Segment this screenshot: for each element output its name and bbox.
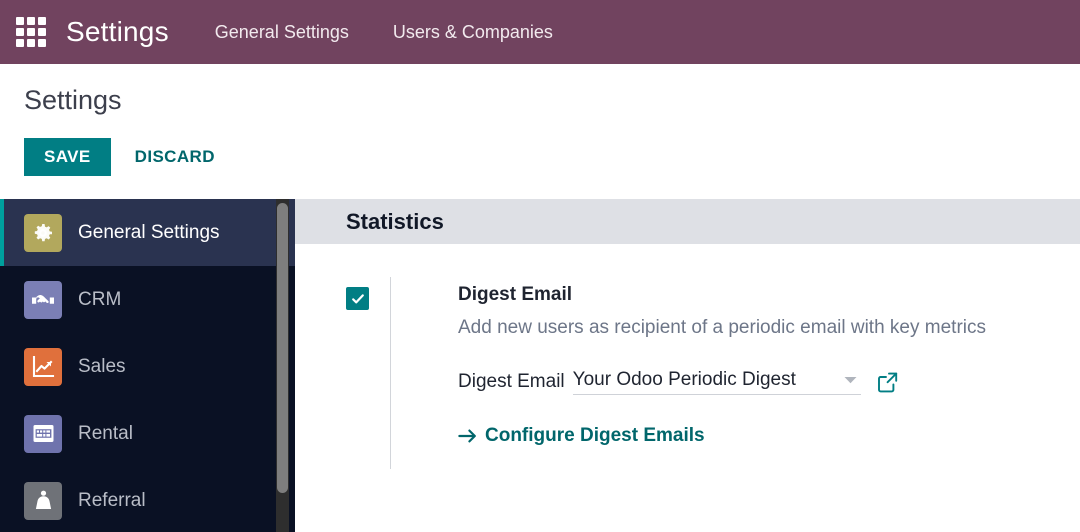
grid-cell xyxy=(16,39,24,47)
sidebar-item-rental[interactable]: Rental xyxy=(0,400,295,467)
digest-email-description: Add new users as recipient of a periodic… xyxy=(458,316,987,338)
sidebar-item-sales[interactable]: Sales xyxy=(0,333,295,400)
configure-digest-emails-label: Configure Digest Emails xyxy=(485,424,705,446)
settings-sidebar: General Settings CRM Sales Rental Referr… xyxy=(0,199,295,532)
configure-digest-emails-link[interactable]: Configure Digest Emails xyxy=(458,425,705,447)
grid-cell xyxy=(27,28,35,36)
digest-email-field-label: Digest Email xyxy=(458,370,565,392)
settings-content: Statistics Digest Email Add new users as… xyxy=(295,199,1080,532)
sidebar-item-referral[interactable]: Referral xyxy=(0,467,295,532)
sidebar-scrollbar-thumb[interactable] xyxy=(277,203,288,493)
page-title: Settings xyxy=(24,85,122,115)
sidebar-item-label: Sales xyxy=(78,355,126,377)
top-navbar: Settings General Settings Users & Compan… xyxy=(0,0,1080,64)
person-cape-icon xyxy=(24,481,62,520)
calendar-icon xyxy=(24,414,62,453)
handshake-icon xyxy=(24,280,62,319)
digest-email-field-row: Digest Email Your Odoo Periodic Digest xyxy=(458,369,986,395)
sidebar-item-general-settings[interactable]: General Settings xyxy=(0,199,295,266)
check-icon xyxy=(351,293,364,303)
digest-email-text-column: Digest Email Add new users as recipient … xyxy=(406,284,986,447)
grid-cell xyxy=(38,39,46,47)
setting-guide-line xyxy=(390,277,391,469)
sidebar-item-label: CRM xyxy=(78,288,122,310)
chart-arrow-icon xyxy=(24,347,62,386)
checkbox-column xyxy=(346,284,406,310)
save-button[interactable]: SAVE xyxy=(24,137,111,176)
grid-cell xyxy=(38,28,46,36)
sidebar-item-crm[interactable]: CRM xyxy=(0,266,295,333)
arrow-right-icon xyxy=(458,429,476,443)
grid-cell xyxy=(16,28,24,36)
section-header-statistics: Statistics xyxy=(295,199,1080,244)
gear-icon xyxy=(24,213,62,252)
sidebar-item-label: General Settings xyxy=(78,221,220,243)
digest-email-select[interactable]: Your Odoo Periodic Digest xyxy=(572,368,861,395)
digest-email-setting-block: Digest Email Add new users as recipient … xyxy=(295,244,1080,469)
section-title: Statistics xyxy=(346,208,444,234)
discard-button[interactable]: DISCARD xyxy=(119,138,231,176)
sidebar-list: General Settings CRM Sales Rental Referr… xyxy=(0,199,295,532)
action-button-row: SAVE DISCARD xyxy=(24,137,1080,176)
menu-item-users-companies[interactable]: Users & Companies xyxy=(393,22,553,43)
chevron-down-icon xyxy=(844,376,857,383)
grid-cell xyxy=(38,17,46,25)
sidebar-item-label: Rental xyxy=(78,422,133,444)
digest-email-row: Digest Email Add new users as recipient … xyxy=(346,284,1080,447)
grid-cell xyxy=(27,17,35,25)
menu-item-general-settings[interactable]: General Settings xyxy=(215,22,349,43)
main-area: General Settings CRM Sales Rental Referr… xyxy=(0,199,1080,532)
digest-email-label: Digest Email xyxy=(458,284,573,305)
digest-email-checkbox[interactable] xyxy=(346,287,369,310)
grid-cell xyxy=(16,17,24,25)
external-link-icon[interactable] xyxy=(877,371,899,393)
grid-cell xyxy=(27,39,35,47)
apps-grid-icon[interactable] xyxy=(16,17,46,47)
sidebar-item-label: Referral xyxy=(78,489,146,511)
app-brand-settings[interactable]: Settings xyxy=(66,16,169,48)
digest-email-select-value: Your Odoo Periodic Digest xyxy=(572,368,796,390)
control-panel: Settings SAVE DISCARD xyxy=(0,64,1080,199)
